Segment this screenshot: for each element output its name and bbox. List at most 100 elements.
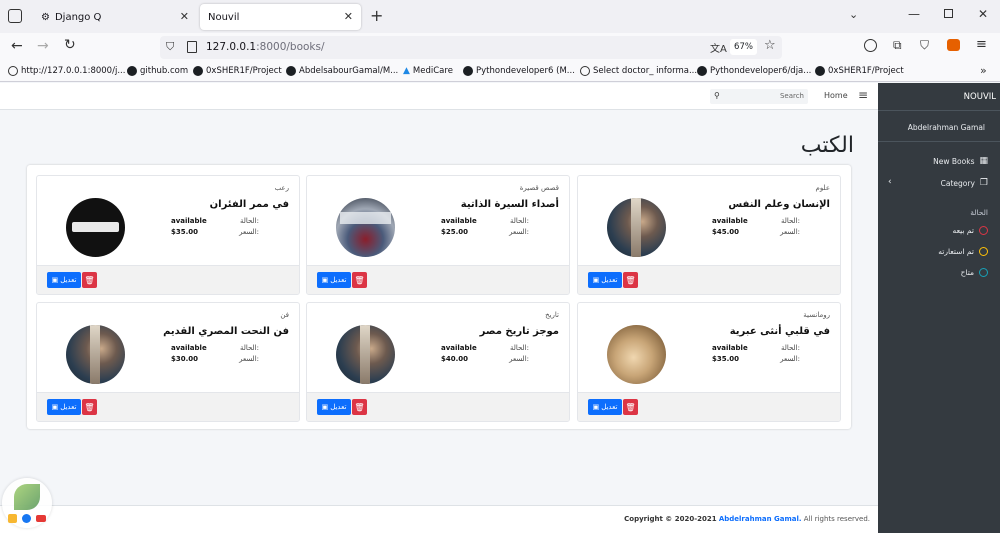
bookmark-item[interactable]: Select doctor_ informa... bbox=[580, 66, 697, 76]
tab-nouvil[interactable]: Nouvil ✕ bbox=[200, 4, 361, 30]
youtube-icon[interactable] bbox=[36, 515, 46, 522]
book-card: قصص قصيرة أصداء السيرة الذاتية الحالة: a… bbox=[306, 175, 570, 295]
tab-list-icon[interactable] bbox=[8, 9, 22, 23]
book-cover-image[interactable] bbox=[607, 198, 666, 257]
menu-icon[interactable]: ≡ bbox=[976, 37, 987, 52]
book-title[interactable]: في قلبي أنثى عبرية bbox=[730, 326, 830, 337]
book-card: فن فن النحت المصري القديم الحالة: availa… bbox=[36, 302, 300, 422]
edit-button[interactable]: ▣ تعديل bbox=[588, 272, 622, 288]
book-title[interactable]: فن النحت المصري القديم bbox=[163, 326, 289, 337]
sidebar-status-sold[interactable]: تم بيعه bbox=[953, 226, 988, 235]
fox-icon[interactable] bbox=[947, 39, 960, 51]
divider bbox=[878, 110, 1000, 111]
book-cover-image[interactable] bbox=[336, 325, 395, 384]
bookmark-item[interactable]: Pythondeveloper6/dja... bbox=[697, 66, 811, 76]
home-link[interactable]: Home bbox=[824, 91, 848, 100]
book-cover-image[interactable] bbox=[66, 198, 125, 257]
bookmark-item[interactable]: github.com bbox=[127, 66, 188, 76]
price-label: السعر: bbox=[780, 228, 800, 236]
yellow-circle-icon bbox=[979, 247, 988, 256]
save-icon: ▣ bbox=[51, 404, 59, 411]
chevron-left-icon[interactable]: ‹ bbox=[888, 177, 892, 187]
brand-title[interactable]: NOUVIL bbox=[964, 92, 996, 102]
delete-button[interactable]: 🗑 bbox=[352, 272, 367, 288]
extensions-icon[interactable] bbox=[864, 39, 877, 52]
url-path: :8000/books/ bbox=[256, 41, 325, 53]
book-price: $35.00 bbox=[712, 355, 740, 363]
browser-tab-bar: ⚙ Django Q ✕ Nouvil ✕ + ⌄ — ✕ bbox=[0, 0, 1000, 33]
bookmark-item[interactable]: 0xSHER1F/Project bbox=[193, 66, 282, 76]
new-tab-icon[interactable]: + bbox=[370, 6, 383, 25]
close-icon[interactable]: ✕ bbox=[344, 10, 353, 23]
book-title[interactable]: أصداء السيرة الذاتية bbox=[461, 199, 559, 210]
sidebar-item-category[interactable]: Category ❐ bbox=[941, 178, 988, 188]
bookmark-item[interactable]: AbdelsabourGamal/M... bbox=[286, 66, 398, 76]
translate-icon[interactable]: 文A bbox=[710, 40, 727, 55]
book-cover-image[interactable] bbox=[607, 325, 666, 384]
book-category: علوم bbox=[815, 184, 830, 192]
delete-button[interactable]: 🗑 bbox=[623, 399, 638, 415]
book-card: رعب في ممر الفئران الحالة: available الس… bbox=[36, 175, 300, 295]
sidebar-item-new-books[interactable]: New Books ▦ bbox=[933, 156, 988, 166]
shield-icon[interactable]: ⛉ bbox=[920, 38, 929, 53]
close-window-icon[interactable]: ✕ bbox=[978, 7, 988, 21]
book-category: تاريخ bbox=[545, 311, 559, 319]
bookmark-item[interactable]: 0xSHER1F/Project bbox=[815, 66, 904, 76]
search-input[interactable]: Search bbox=[780, 92, 804, 100]
sidebar-status-borrowed[interactable]: تم استعارته bbox=[938, 247, 988, 256]
book-price: $45.00 bbox=[712, 228, 740, 236]
more-bookmarks-icon[interactable]: » bbox=[980, 64, 987, 77]
book-status: available bbox=[171, 344, 207, 352]
puzzle-icon[interactable]: ⧉ bbox=[893, 38, 902, 53]
menu-icon[interactable]: ≡ bbox=[858, 88, 868, 102]
book-title[interactable]: موجز تاريخ مصر bbox=[480, 326, 559, 337]
search-box[interactable]: ⚲ Search bbox=[710, 89, 808, 104]
delete-button[interactable]: 🗑 bbox=[82, 272, 97, 288]
close-icon[interactable]: ✕ bbox=[180, 10, 189, 23]
star-icon[interactable]: ☆ bbox=[764, 38, 776, 53]
github-icon bbox=[193, 66, 203, 76]
book-title[interactable]: في ممر الفئران bbox=[210, 199, 289, 210]
book-cover-image[interactable] bbox=[66, 325, 125, 384]
delete-button[interactable]: 🗑 bbox=[352, 399, 367, 415]
floating-logo-badge[interactable] bbox=[2, 478, 52, 528]
book-price: $35.00 bbox=[171, 228, 199, 236]
globe-icon bbox=[8, 66, 18, 76]
edit-button[interactable]: ▣ تعديل bbox=[317, 399, 351, 415]
shield-icon: ⛉ bbox=[166, 40, 175, 53]
bookmark-item[interactable]: ▲ MediCare bbox=[403, 66, 453, 76]
reload-icon[interactable]: ↻ bbox=[64, 37, 76, 53]
back-icon[interactable]: ← bbox=[11, 38, 23, 54]
book-status: available bbox=[712, 217, 748, 225]
delete-button[interactable]: 🗑 bbox=[82, 399, 97, 415]
user-name[interactable]: Abdelrahman Gamal bbox=[908, 123, 985, 132]
card-footer: ▣ تعديل 🗑 bbox=[578, 265, 840, 294]
edit-button[interactable]: ▣ تعديل bbox=[47, 272, 81, 288]
bookmark-item[interactable]: Pythondeveloper6 (M... bbox=[463, 66, 575, 76]
trash-icon: 🗑 bbox=[354, 402, 365, 412]
delete-button[interactable]: 🗑 bbox=[623, 272, 638, 288]
search-icon: ⚲ bbox=[714, 91, 720, 100]
bookmark-item[interactable]: http://127.0.0.1:8000/j... bbox=[8, 66, 125, 76]
url-bar[interactable]: ⛉ 127.0.0.1:8000/books/ 文A 67% ☆ bbox=[160, 36, 782, 59]
edit-button[interactable]: ▣ تعديل bbox=[47, 399, 81, 415]
book-price: $30.00 bbox=[171, 355, 199, 363]
edit-button[interactable]: ▣ تعديل bbox=[317, 272, 351, 288]
url-host: 127.0.0.1 bbox=[206, 41, 257, 53]
copy-icon: ❐ bbox=[979, 178, 988, 188]
tab-django-q[interactable]: ⚙ Django Q ✕ bbox=[33, 4, 193, 30]
book-cover-image[interactable] bbox=[336, 198, 395, 257]
book-title[interactable]: الإنسان وعلم النفس bbox=[728, 199, 830, 210]
edit-button[interactable]: ▣ تعديل bbox=[588, 399, 622, 415]
forward-icon[interactable]: → bbox=[37, 38, 49, 54]
minimize-icon[interactable]: — bbox=[908, 7, 920, 21]
maximize-icon[interactable] bbox=[944, 9, 953, 18]
instagram-icon[interactable] bbox=[8, 514, 17, 523]
zoom-badge[interactable]: 67% bbox=[730, 39, 757, 55]
facebook-icon[interactable] bbox=[22, 514, 31, 523]
author-link[interactable]: Abdelrahman Gamal. bbox=[719, 515, 802, 523]
chevron-down-icon[interactable]: ⌄ bbox=[849, 8, 858, 21]
card-footer: ▣ تعديل 🗑 bbox=[578, 392, 840, 421]
url-text[interactable]: 127.0.0.1:8000/books/ bbox=[206, 41, 325, 53]
sidebar-status-available[interactable]: متاح bbox=[961, 268, 988, 277]
